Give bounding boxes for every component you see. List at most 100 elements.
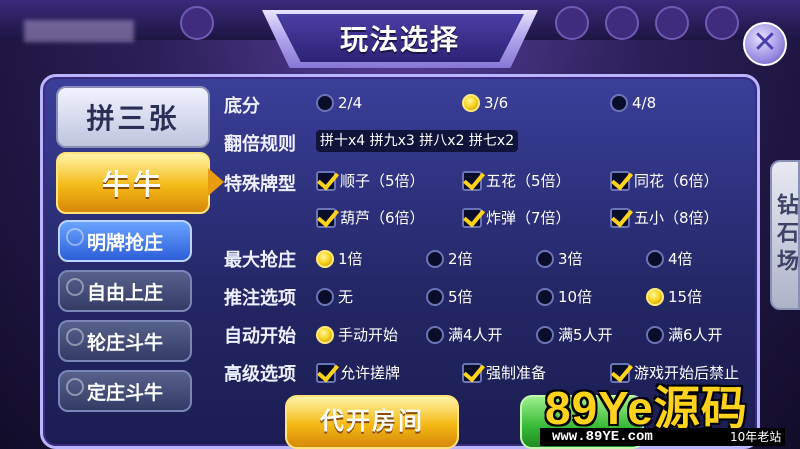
ball-icon — [66, 278, 84, 296]
check-icon — [610, 207, 630, 228]
radio-indicator — [426, 249, 444, 268]
top-menu-icon — [555, 6, 589, 40]
option-label: 满6人开 — [668, 326, 723, 344]
check-icon — [316, 170, 336, 191]
radio-push-bet[interactable]: 10倍 — [536, 286, 592, 307]
radio-auto-start[interactable]: 满6人开 — [646, 324, 723, 345]
top-menu-icon — [180, 6, 214, 40]
tab-label: 牛牛 — [101, 168, 164, 201]
radio-auto-start[interactable]: 满5人开 — [536, 324, 613, 345]
radio-indicator — [646, 325, 664, 344]
ball-icon — [66, 378, 84, 396]
label-special-hands: 特殊牌型 — [224, 174, 296, 195]
check-icon — [462, 170, 482, 191]
subtab-label: 轮庄斗牛 — [86, 331, 163, 354]
checkbox-special[interactable]: 五小（8倍） — [610, 207, 719, 228]
option-label: 1倍 — [338, 250, 363, 268]
subtab-dingzhuang-douniu[interactable]: 定庄斗牛 — [58, 370, 192, 412]
radio-indicator — [316, 94, 334, 112]
radio-auto-start[interactable]: 手动开始 — [316, 324, 398, 345]
selected-arrow-icon — [208, 168, 224, 196]
radio-indicator — [646, 287, 664, 306]
radio-push-bet[interactable]: 无 — [316, 286, 353, 307]
check-icon — [316, 207, 336, 228]
option-label: 强制准备 — [486, 364, 547, 382]
radio-indicator — [462, 94, 480, 112]
side-tab-diamond[interactable]: 钻石场 — [770, 160, 800, 310]
top-menu-icon — [655, 6, 689, 40]
option-label: 允许搓牌 — [340, 364, 401, 382]
label-base-score: 底分 — [224, 96, 260, 117]
tab-niuniu[interactable]: 牛牛 — [56, 152, 224, 214]
option-label: 手动开始 — [338, 326, 399, 344]
check-icon — [610, 170, 630, 191]
check-icon — [462, 362, 482, 383]
subtab-label: 自由上庄 — [86, 281, 163, 304]
blurred-user-info — [24, 20, 134, 42]
dialog-title: 玩法选择 — [339, 23, 460, 56]
option-label: 同花（6倍） — [634, 172, 719, 190]
close-icon: ✕ — [752, 25, 778, 60]
subtab-label: 明牌抢庄 — [86, 231, 163, 254]
top-menu-icon — [605, 6, 639, 40]
option-label: 满5人开 — [558, 326, 613, 344]
subtab-label: 定庄斗牛 — [86, 381, 163, 404]
radio-indicator — [536, 249, 554, 268]
label-max-grab: 最大抢庄 — [224, 250, 296, 271]
ball-icon — [66, 328, 84, 346]
label-double-rule: 翻倍规则 — [224, 134, 296, 155]
option-label: 五花（5倍） — [486, 172, 571, 190]
option-label: 4倍 — [668, 250, 693, 268]
radio-max-grab[interactable]: 2倍 — [426, 248, 473, 269]
checkbox-special[interactable]: 五花（5倍） — [462, 170, 571, 191]
option-label: 满4人开 — [448, 326, 503, 344]
check-icon — [462, 207, 482, 228]
radio-indicator — [610, 94, 628, 112]
tab-zhajinhua[interactable]: 拼三张 — [56, 86, 210, 148]
watermark-subtext: 10年老站 — [730, 430, 782, 444]
checkbox-special[interactable]: 顺子（5倍） — [316, 170, 425, 191]
ball-icon — [66, 228, 84, 246]
radio-push-bet[interactable]: 15倍 — [646, 286, 702, 307]
option-label: 2倍 — [448, 250, 473, 268]
radio-push-bet[interactable]: 5倍 — [426, 286, 473, 307]
radio-indicator — [316, 325, 334, 344]
checkbox-advanced[interactable]: 强制准备 — [462, 362, 546, 383]
option-label: 葫芦（6倍） — [340, 209, 425, 227]
radio-indicator — [646, 249, 664, 268]
option-label: 2/4 — [338, 94, 363, 112]
watermark-url: www.89YE.com — [552, 429, 653, 445]
radio-indicator — [316, 249, 334, 268]
radio-indicator — [536, 325, 554, 344]
checkbox-special[interactable]: 同花（6倍） — [610, 170, 719, 191]
open-room-button[interactable]: 代开房间 — [285, 395, 459, 449]
radio-max-grab[interactable]: 3倍 — [536, 248, 583, 269]
checkbox-special[interactable]: 炸弹（7倍） — [462, 207, 571, 228]
option-label: 3倍 — [558, 250, 583, 268]
double-rule-value: 拼十x4 拼九x3 拼八x2 拼七x2 — [316, 130, 519, 152]
radio-auto-start[interactable]: 满4人开 — [426, 324, 503, 345]
subtab-ziyou-shangzhuang[interactable]: 自由上庄 — [58, 270, 192, 312]
check-icon — [316, 362, 336, 383]
option-label: 无 — [338, 288, 354, 306]
radio-base-score[interactable]: 2/4 — [316, 94, 362, 112]
label-auto-start: 自动开始 — [224, 326, 296, 347]
radio-base-score[interactable]: 4/8 — [610, 94, 656, 112]
radio-indicator — [316, 287, 334, 306]
option-label: 4/8 — [632, 94, 657, 112]
game-mode-sidebar: 拼三张 牛牛 明牌抢庄 自由上庄 轮庄斗牛 定庄斗牛 — [56, 86, 224, 441]
top-menu-icon — [705, 6, 739, 40]
label-push-bet: 推注选项 — [224, 288, 296, 309]
radio-indicator — [536, 287, 554, 306]
checkbox-advanced[interactable]: 允许搓牌 — [316, 362, 400, 383]
close-button[interactable]: ✕ — [743, 22, 787, 66]
subtab-mingpai-qiangzhuang[interactable]: 明牌抢庄 — [58, 220, 192, 262]
option-label: 五小（8倍） — [634, 209, 719, 227]
radio-max-grab[interactable]: 4倍 — [646, 248, 693, 269]
option-label: 15倍 — [668, 288, 703, 306]
tab-label: 拼三张 — [86, 102, 180, 135]
radio-max-grab[interactable]: 1倍 — [316, 248, 363, 269]
subtab-lunzhuang-douniu[interactable]: 轮庄斗牛 — [58, 320, 192, 362]
radio-base-score[interactable]: 3/6 — [462, 94, 508, 112]
checkbox-special[interactable]: 葫芦（6倍） — [316, 207, 425, 228]
